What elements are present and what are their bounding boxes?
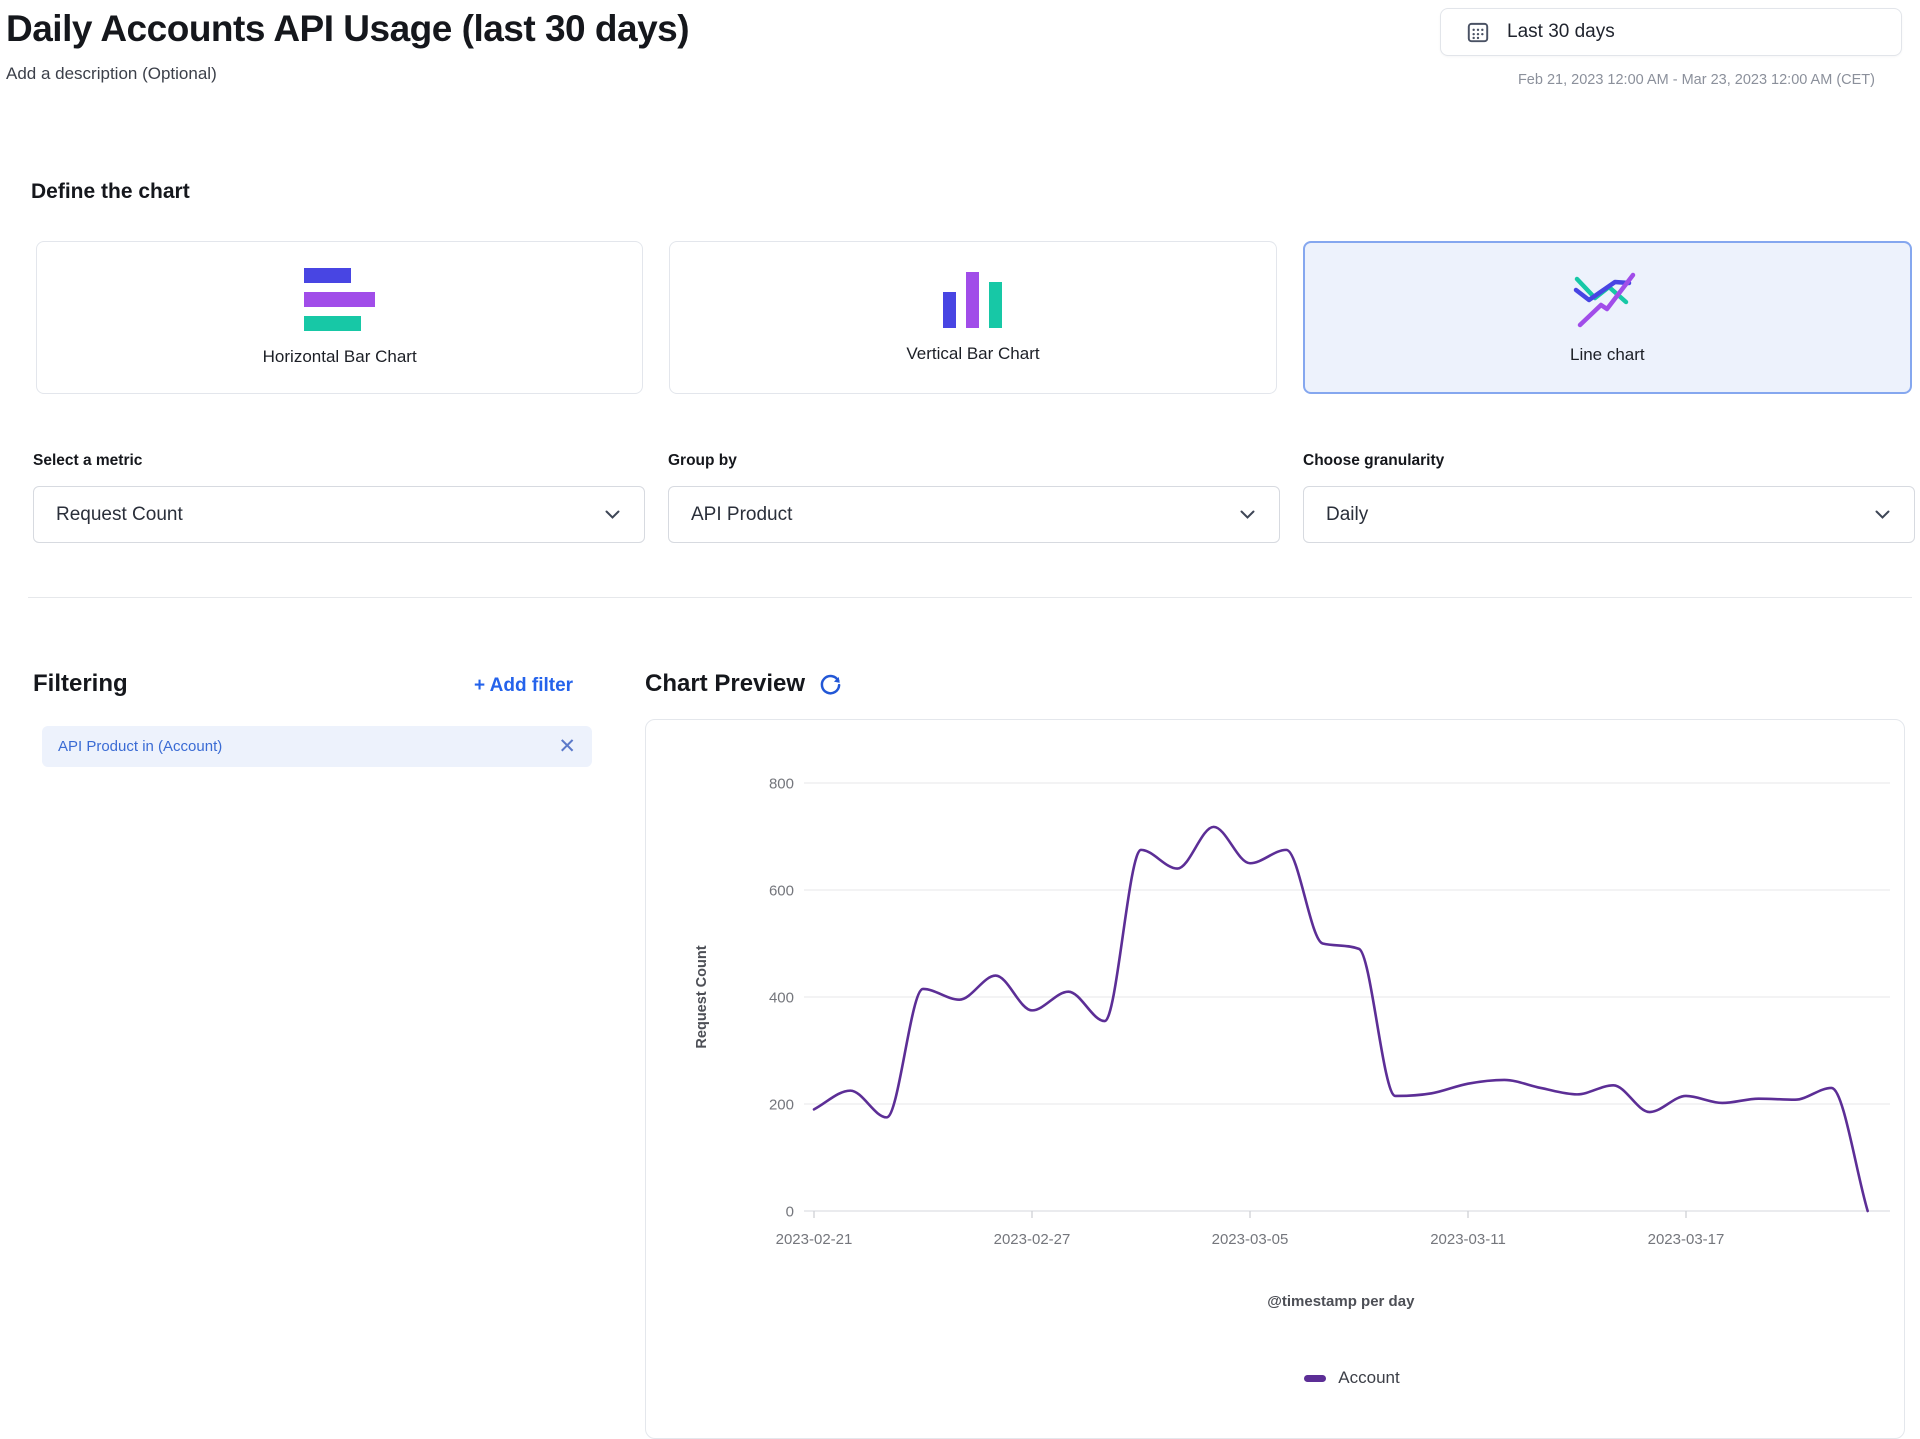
chart-type-label: Vertical Bar Chart — [906, 344, 1039, 364]
chart-type-horizontal-bar[interactable]: Horizontal Bar Chart — [36, 241, 643, 394]
svg-text:2023-03-17: 2023-03-17 — [1648, 1231, 1725, 1248]
chart-preview-title: Chart Preview — [645, 670, 805, 698]
chart-type-line[interactable]: Line chart — [1303, 241, 1912, 394]
metric-select[interactable]: Request Count — [33, 486, 645, 543]
svg-text:2023-03-11: 2023-03-11 — [1430, 1231, 1506, 1248]
granularity-value: Daily — [1326, 504, 1368, 526]
define-chart-heading: Define the chart — [31, 180, 190, 204]
metric-value: Request Count — [56, 504, 183, 526]
svg-text:@timestamp per day: @timestamp per day — [1267, 1293, 1415, 1310]
svg-text:800: 800 — [769, 776, 794, 793]
description-placeholder[interactable]: Add a description (Optional) — [6, 64, 217, 84]
line-chart: 0 200 400 600 800 2023-02-21 2023-02-27 2023-03… — [646, 720, 1904, 1332]
group-by-value: API Product — [691, 504, 792, 526]
group-by-field-group: Group by API Product — [668, 452, 1280, 543]
date-range-text: Feb 21, 2023 12:00 AM - Mar 23, 2023 12:… — [1518, 72, 1875, 88]
svg-text:600: 600 — [769, 883, 794, 900]
date-picker-label: Last 30 days — [1507, 21, 1615, 43]
metric-label: Select a metric — [33, 452, 645, 470]
section-divider — [28, 597, 1912, 598]
date-range-picker[interactable]: Last 30 days — [1440, 8, 1902, 56]
group-by-select[interactable]: API Product — [668, 486, 1280, 543]
close-icon[interactable]: ✕ — [558, 736, 576, 757]
horizontal-bar-chart-icon — [304, 268, 375, 331]
page-title: Daily Accounts API Usage (last 30 days) — [6, 8, 689, 50]
filtering-heading: Filtering — [33, 670, 128, 698]
vertical-bar-chart-icon — [943, 272, 1002, 328]
line-chart-icon — [1571, 271, 1643, 329]
chart-type-label: Line chart — [1570, 345, 1645, 365]
filter-chip: API Product in (Account) ✕ — [42, 726, 592, 767]
chart-type-vertical-bar[interactable]: Vertical Bar Chart — [669, 241, 1276, 394]
group-by-label: Group by — [668, 452, 1280, 470]
svg-text:200: 200 — [769, 1097, 794, 1114]
granularity-field-group: Choose granularity Daily — [1303, 452, 1915, 543]
granularity-label: Choose granularity — [1303, 452, 1915, 470]
svg-text:Request Count: Request Count — [694, 945, 710, 1048]
chart-type-label: Horizontal Bar Chart — [263, 347, 417, 367]
chart-preview-heading: Chart Preview — [645, 670, 842, 698]
granularity-select[interactable]: Daily — [1303, 486, 1915, 543]
filter-chip-label: API Product in (Account) — [58, 738, 222, 755]
chart-type-cards: Horizontal Bar Chart Vertical Bar Chart … — [36, 241, 1912, 394]
chart-legend[interactable]: Account — [814, 1368, 1890, 1388]
calendar-icon — [1465, 19, 1491, 45]
svg-text:2023-02-21: 2023-02-21 — [776, 1231, 853, 1248]
chevron-down-icon — [605, 510, 620, 519]
metric-field-group: Select a metric Request Count — [33, 452, 645, 543]
add-filter-button[interactable]: + Add filter — [474, 675, 596, 697]
svg-text:400: 400 — [769, 990, 794, 1007]
legend-label-account: Account — [1338, 1368, 1399, 1388]
chevron-down-icon — [1875, 510, 1890, 519]
chevron-down-icon — [1240, 510, 1255, 519]
svg-text:2023-02-27: 2023-02-27 — [994, 1231, 1071, 1248]
svg-text:2023-03-05: 2023-03-05 — [1212, 1231, 1289, 1248]
legend-swatch-account — [1304, 1375, 1326, 1382]
refresh-icon[interactable] — [819, 673, 842, 696]
chart-preview-panel: 0 200 400 600 800 2023-02-21 2023-02-27 2023-03… — [645, 719, 1905, 1439]
svg-text:0: 0 — [786, 1204, 794, 1221]
